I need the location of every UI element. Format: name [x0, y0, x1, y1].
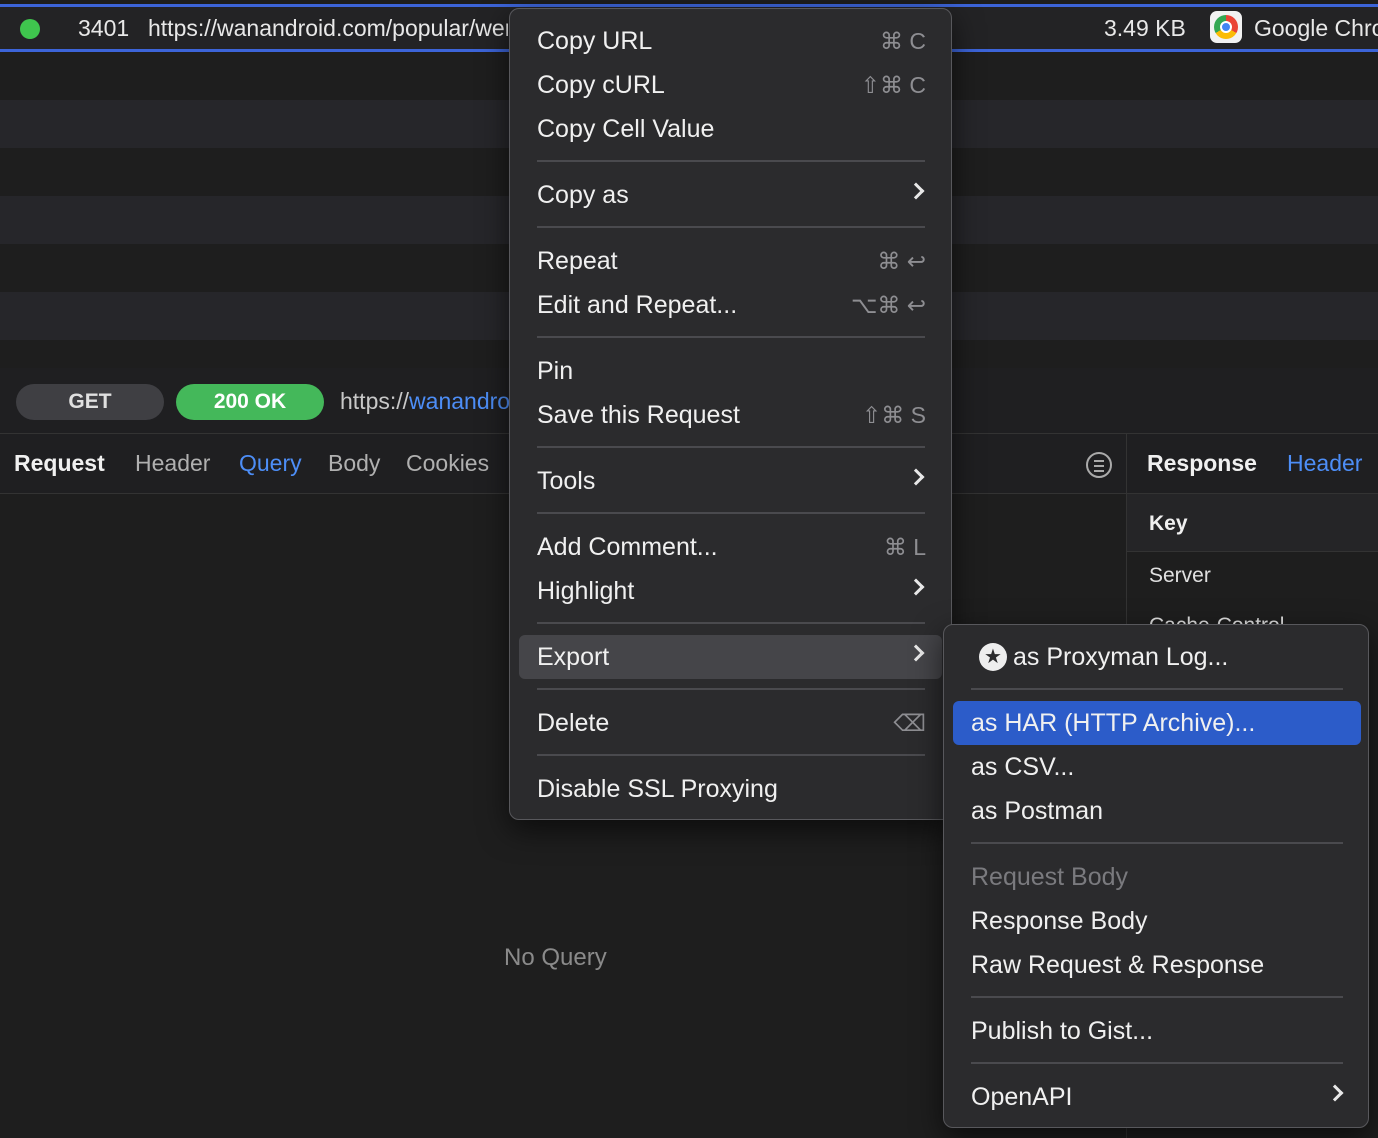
filter-icon[interactable]: [1086, 452, 1112, 478]
menu-separator: [537, 512, 925, 514]
chrome-icon: [1210, 11, 1242, 43]
menu-item-copy-cell-value[interactable]: Copy Cell Value: [519, 107, 942, 151]
submenu-item-publish-gist[interactable]: Publish to Gist...: [953, 1009, 1361, 1053]
request-id: 3401: [78, 15, 130, 41]
menu-item-save-request[interactable]: Save this Request ⇧⌘ S: [519, 393, 942, 437]
menu-separator: [537, 754, 925, 756]
delete-key-icon: ⌫: [893, 710, 926, 736]
tab-query[interactable]: Query: [239, 450, 302, 477]
menu-separator: [537, 622, 925, 624]
menu-item-add-comment[interactable]: Add Comment... ⌘ L: [519, 525, 942, 569]
menu-separator: [971, 1062, 1343, 1064]
response-size: 3.49 KB: [1104, 15, 1186, 41]
empty-state-label: No Query: [504, 944, 607, 971]
url-scheme: https://: [340, 388, 410, 414]
tab-body[interactable]: Body: [328, 450, 380, 477]
column-header-key[interactable]: Key: [1127, 494, 1378, 552]
submenu-item-response-body[interactable]: Response Body: [953, 899, 1361, 943]
menu-item-repeat[interactable]: Repeat ⌘ ↩: [519, 239, 942, 283]
chevron-right-icon: [907, 578, 925, 596]
tab-header[interactable]: Header: [135, 450, 210, 477]
menu-separator: [537, 226, 925, 228]
submenu-item-openapi[interactable]: OpenAPI: [953, 1075, 1361, 1119]
menu-item-export[interactable]: Export: [519, 635, 942, 679]
menu-item-highlight[interactable]: Highlight: [519, 569, 942, 613]
menu-item-copy-curl[interactable]: Copy cURL ⇧⌘ C: [519, 63, 942, 107]
tab-cookies[interactable]: Cookies: [406, 450, 489, 477]
menu-item-edit-and-repeat[interactable]: Edit and Repeat... ⌥⌘ ↩: [519, 283, 942, 327]
menu-item-copy-url[interactable]: Copy URL ⌘ C: [519, 19, 942, 63]
response-title: Response: [1147, 450, 1257, 476]
submenu-item-csv[interactable]: as CSV...: [953, 745, 1361, 789]
status-dot-icon: [20, 19, 40, 39]
menu-separator: [537, 688, 925, 690]
tab-response-header[interactable]: Header: [1287, 450, 1362, 477]
menu-separator: [537, 160, 925, 162]
menu-item-delete[interactable]: Delete ⌫: [519, 701, 942, 745]
request-title: Request: [14, 450, 105, 476]
export-submenu: ★ as Proxyman Log... as HAR (HTTP Archiv…: [943, 624, 1369, 1128]
menu-separator: [971, 688, 1343, 690]
submenu-item-har[interactable]: as HAR (HTTP Archive)...: [953, 701, 1361, 745]
menu-item-disable-ssl-proxying[interactable]: Disable SSL Proxying: [519, 767, 942, 811]
chevron-right-icon: [907, 468, 925, 486]
submenu-item-proxyman-log[interactable]: ★ as Proxyman Log...: [953, 635, 1361, 679]
menu-item-copy-as[interactable]: Copy as: [519, 173, 942, 217]
chevron-right-icon: [907, 182, 925, 200]
chevron-right-icon: [907, 644, 925, 662]
context-menu: Copy URL ⌘ C Copy cURL ⇧⌘ C Copy Cell Valu…: [509, 8, 952, 820]
table-row[interactable]: Server: [1127, 552, 1378, 602]
menu-separator: [971, 996, 1343, 998]
method-badge: GET: [16, 384, 164, 420]
client-app: Google Chrome: [1254, 15, 1378, 41]
submenu-item-request-body: Request Body: [971, 863, 1129, 891]
menu-separator: [971, 842, 1343, 844]
menu-separator: [537, 446, 925, 448]
request-url: https://wanandroid.com/popular/wenda/jso…: [148, 15, 508, 41]
status-badge: 200 OK: [176, 384, 324, 420]
menu-separator: [537, 336, 925, 338]
submenu-item-raw-request-response[interactable]: Raw Request & Response: [953, 943, 1361, 987]
menu-item-pin[interactable]: Pin: [519, 349, 942, 393]
proxyman-star-icon: ★: [979, 643, 1007, 671]
submenu-item-postman[interactable]: as Postman: [953, 789, 1361, 833]
chevron-right-icon: [1326, 1084, 1344, 1102]
menu-item-tools[interactable]: Tools: [519, 459, 942, 503]
